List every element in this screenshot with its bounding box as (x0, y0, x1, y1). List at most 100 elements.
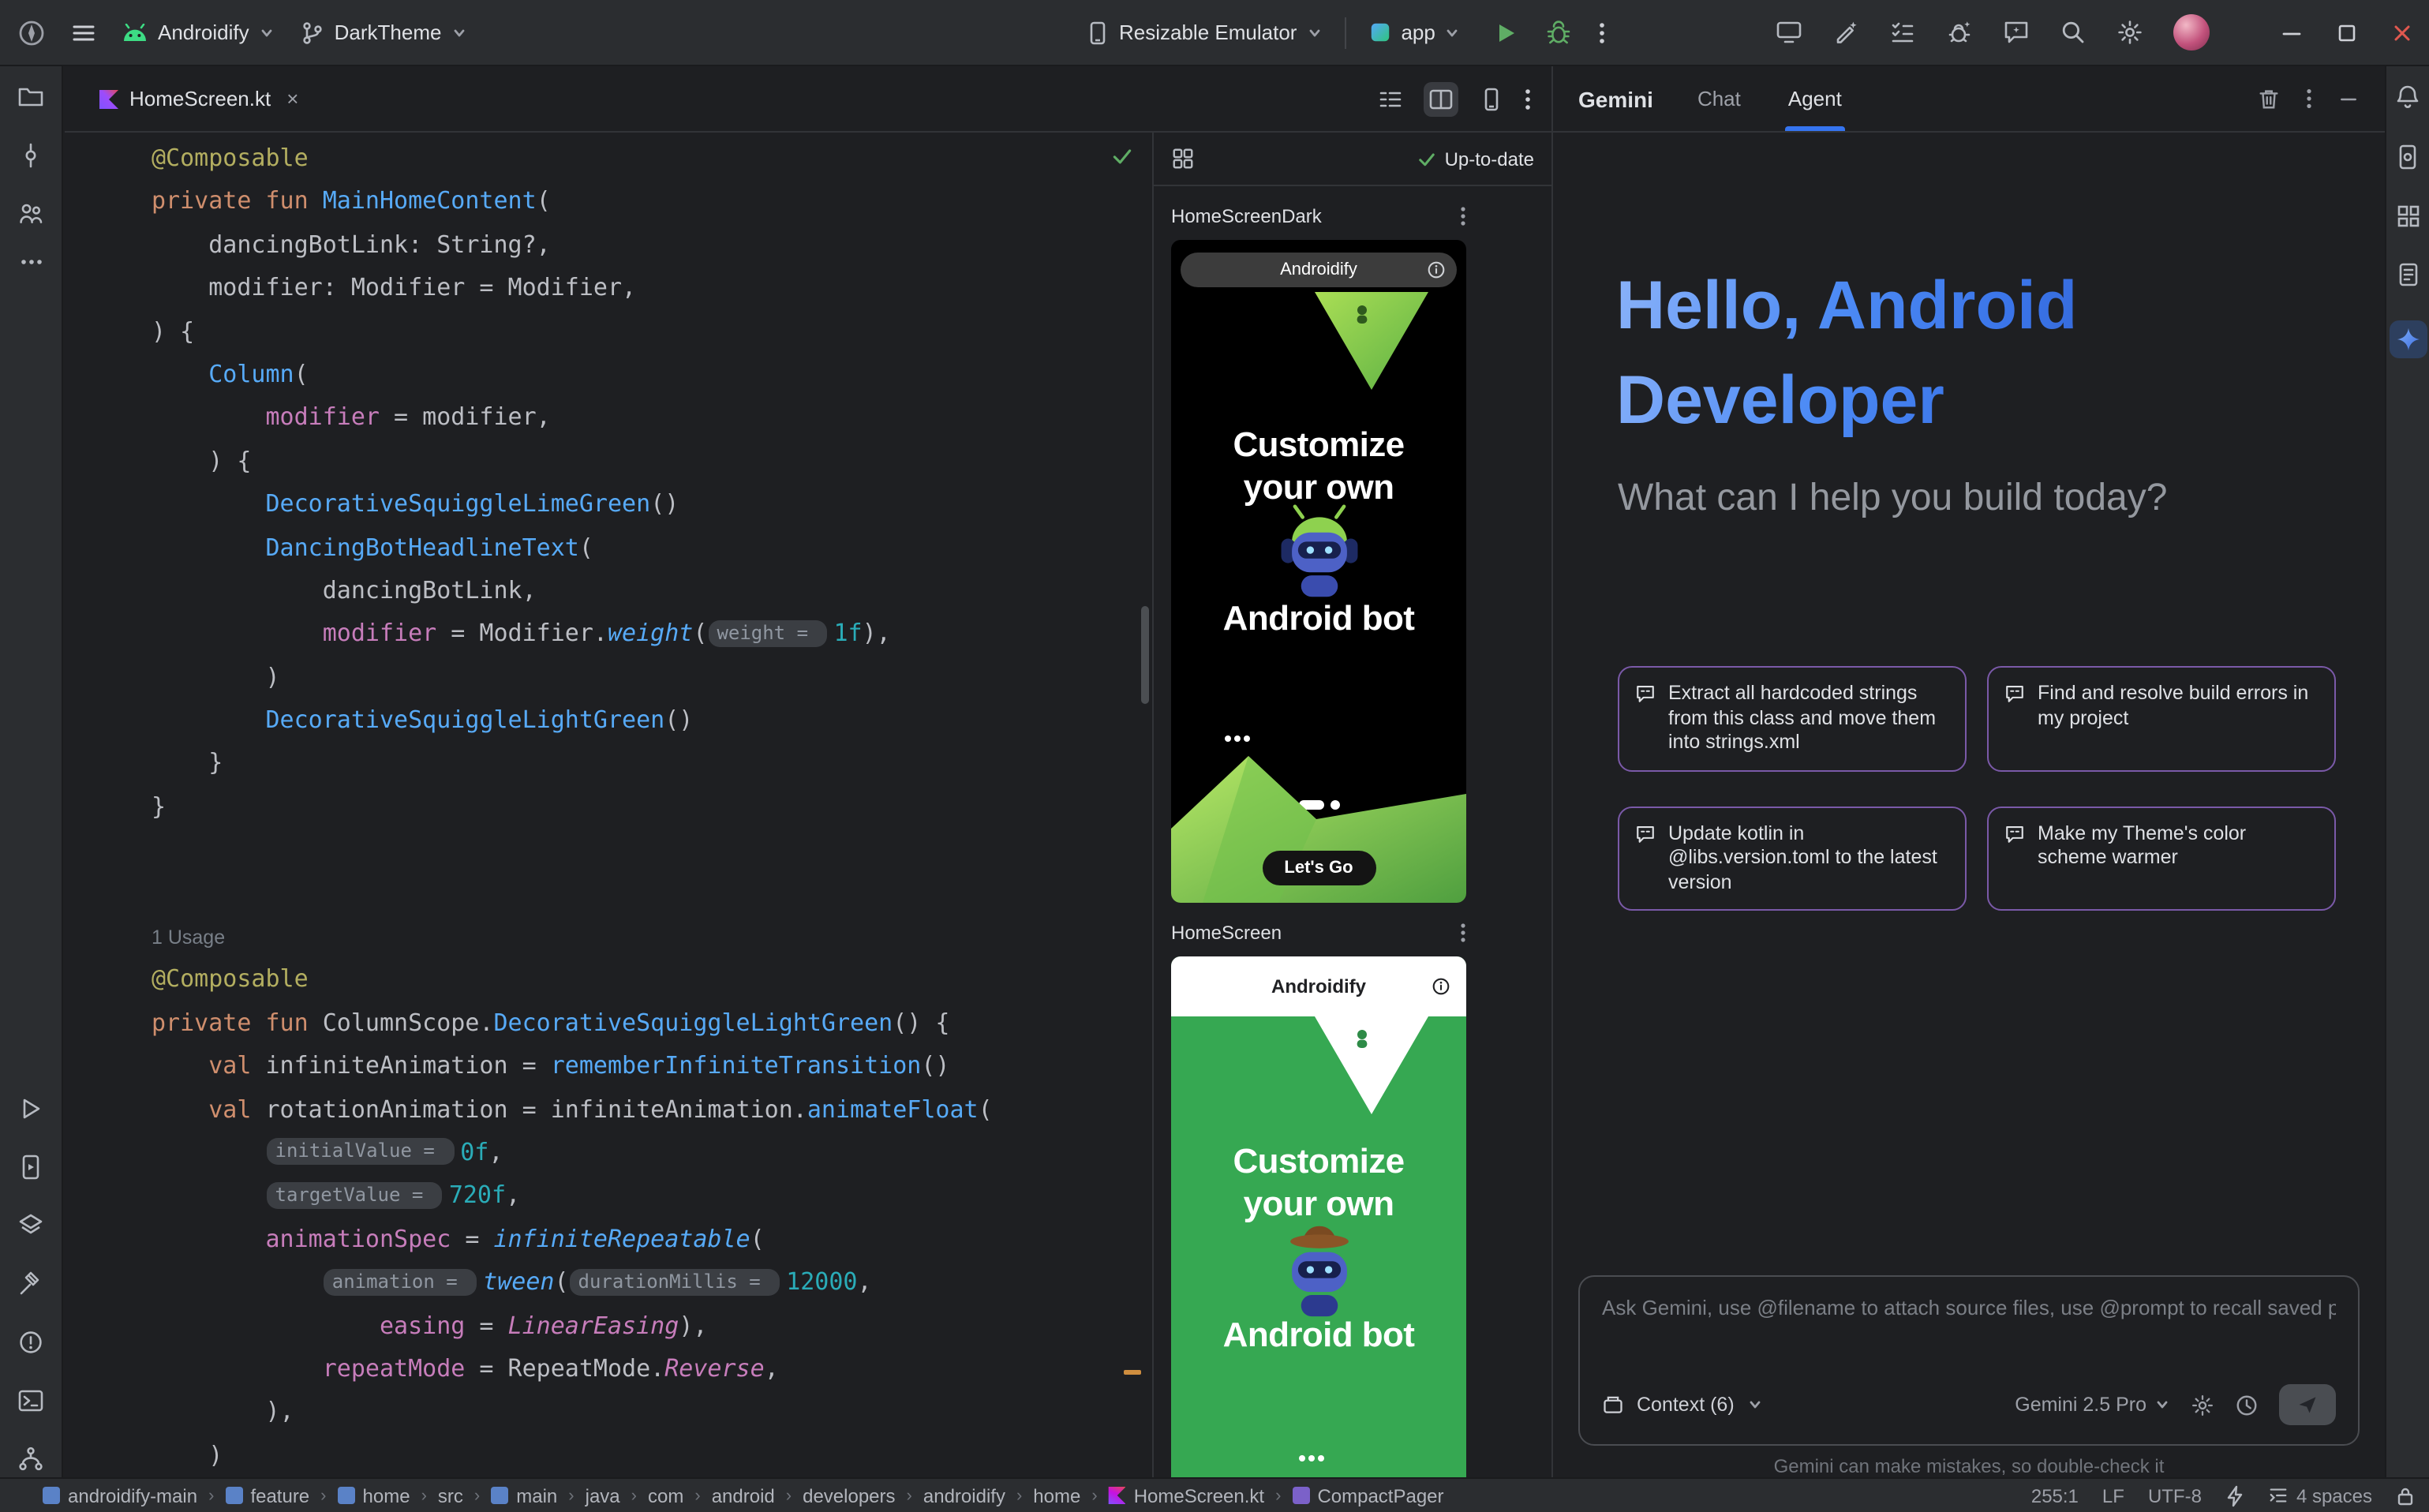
trash-icon[interactable] (2257, 87, 2281, 110)
menu-icon[interactable] (71, 20, 96, 45)
code-line[interactable]: } (152, 743, 1152, 786)
close-icon[interactable] (2390, 20, 2415, 45)
code-line[interactable]: dancingBotLink: String?, (152, 224, 1152, 268)
code-line[interactable]: ) { (152, 310, 1152, 354)
tab-chat[interactable]: Chat (1694, 66, 1744, 131)
code-line[interactable]: ), (152, 1391, 1152, 1435)
more-vertical-icon[interactable] (1525, 86, 1531, 111)
code-line[interactable]: animationSpec = infiniteRepeatable( (152, 1218, 1152, 1262)
gemini-input[interactable] (1602, 1296, 2336, 1319)
breadcrumb-item[interactable]: CompactPager (1292, 1484, 1443, 1506)
debug-button[interactable] (1546, 19, 1573, 46)
more-horizontal-icon[interactable] (18, 259, 43, 265)
breadcrumb-item[interactable]: java (586, 1484, 620, 1506)
line-separator[interactable]: LF (2102, 1484, 2124, 1506)
more-vertical-icon[interactable] (1460, 922, 1466, 944)
context-chip[interactable]: Context (6) (1637, 1394, 1735, 1416)
minimize-icon[interactable] (2279, 20, 2304, 45)
code-line[interactable]: dancingBotLink, (152, 570, 1152, 613)
hide-panel-icon[interactable] (2337, 88, 2360, 110)
device-mirror-icon[interactable] (1776, 19, 1802, 46)
code-line[interactable]: @Composable (152, 137, 1152, 181)
lock-icon[interactable] (2396, 1484, 2415, 1506)
breadcrumb-item[interactable]: HomeScreen.kt (1109, 1484, 1264, 1506)
breadcrumb-item[interactable]: home (338, 1484, 410, 1506)
breadcrumb-item[interactable]: androidify (923, 1484, 1005, 1506)
gemini-settings-icon[interactable] (2191, 1393, 2214, 1417)
code-line[interactable]: DecorativeSquiggleLightGreen() (152, 699, 1152, 743)
task-list-icon[interactable] (1889, 19, 1916, 46)
code-line[interactable]: DancingBotHeadlineText( (152, 526, 1152, 570)
code-line[interactable]: animation = tween(durationMillis = 12000… (152, 1261, 1152, 1304)
notifications-icon[interactable] (2394, 84, 2421, 110)
breadcrumb-item[interactable]: feature (225, 1484, 309, 1506)
search-icon[interactable] (2060, 19, 2087, 46)
code-line[interactable]: @Composable (152, 959, 1152, 1002)
code-line[interactable]: initialValue = 0f, (152, 1132, 1152, 1175)
branch-selector[interactable]: DarkTheme (300, 20, 467, 45)
settings-icon[interactable] (2116, 19, 2143, 46)
device-selector[interactable]: Resizable Emulator (1086, 20, 1322, 45)
tab-agent[interactable]: Agent (1785, 66, 1845, 131)
more-vertical-icon[interactable] (1460, 205, 1466, 227)
preview-phone-dark[interactable]: Androidify Customize your own (1171, 240, 1466, 903)
gemini-input-box[interactable]: Context (6) Gemini 2.5 Pro (1578, 1275, 2360, 1446)
code-line[interactable]: 1 Usage (152, 915, 1152, 959)
breadcrumb-item[interactable]: home (1033, 1484, 1080, 1506)
code-line[interactable]: ) (152, 1434, 1152, 1477)
code-line[interactable]: Column( (152, 354, 1152, 397)
list-icon[interactable] (1378, 86, 1403, 111)
device-manager-icon[interactable] (2394, 144, 2421, 170)
code-line[interactable] (152, 872, 1152, 915)
code-line[interactable]: modifier = modifier, (152, 397, 1152, 440)
model-selector[interactable]: Gemini 2.5 Pro (2015, 1394, 2170, 1416)
grid-view-icon[interactable] (1171, 147, 1195, 170)
user-avatar[interactable] (2173, 14, 2210, 51)
inspection-ok-icon[interactable] (1111, 145, 1133, 167)
run-button[interactable] (1494, 20, 1519, 45)
lets-go-button[interactable]: Let's Go (1262, 851, 1375, 885)
pull-request-icon[interactable] (17, 200, 44, 227)
version-control-icon[interactable] (17, 1446, 44, 1473)
close-tab-icon[interactable]: × (286, 87, 298, 110)
code-line[interactable] (152, 829, 1152, 873)
code-line[interactable]: ) (152, 656, 1152, 699)
terminal-icon[interactable] (17, 1387, 44, 1414)
build-variants-icon[interactable] (17, 1212, 44, 1239)
indent-setting[interactable]: 4 spaces (2268, 1484, 2372, 1506)
breadcrumb-item[interactable]: main (491, 1484, 557, 1506)
code-line[interactable]: val infiniteAnimation = rememberInfinite… (152, 1045, 1152, 1088)
suggestion-card[interactable]: Make my Theme's color scheme warmer (1987, 806, 2336, 911)
device-preview-icon[interactable] (1479, 86, 1504, 111)
more-run-options-icon[interactable] (1600, 20, 1606, 45)
breadcrumb-item[interactable]: androidify-main (43, 1484, 197, 1506)
history-icon[interactable] (2235, 1393, 2259, 1417)
tab-homescreen-kt[interactable]: HomeScreen.kt × (93, 66, 305, 131)
run-tool-icon[interactable] (17, 1095, 44, 1122)
breadcrumb-item[interactable]: com (648, 1484, 683, 1506)
code-line[interactable]: easing = LinearEasing), (152, 1304, 1152, 1348)
editor-scrollbar[interactable] (1141, 606, 1149, 704)
project-folder-icon[interactable] (17, 84, 44, 110)
gemini-tool-button[interactable] (2389, 320, 2427, 358)
code-line[interactable]: modifier: Modifier = Modifier, (152, 267, 1152, 310)
commit-icon[interactable] (17, 142, 44, 169)
lightning-icon[interactable] (2225, 1484, 2244, 1506)
code-line[interactable]: ) { (152, 440, 1152, 483)
run-config-selector[interactable]: app (1368, 21, 1460, 44)
file-encoding[interactable]: UTF-8 (2148, 1484, 2202, 1506)
send-button[interactable] (2279, 1384, 2336, 1425)
suggestion-card[interactable]: Find and resolve build errors in my proj… (1987, 666, 2336, 771)
split-editor-icon[interactable] (1424, 81, 1458, 116)
code-line[interactable]: private fun MainHomeContent( (152, 181, 1152, 224)
layout-inspector-icon[interactable] (2395, 204, 2420, 229)
problems-icon[interactable] (17, 1329, 44, 1356)
suggestion-card[interactable]: Extract all hardcoded strings from this … (1618, 666, 1967, 771)
code-line[interactable]: modifier = Modifier.weight(weight = 1f), (152, 613, 1152, 657)
ai-bug-icon[interactable] (1946, 19, 1973, 46)
more-vertical-icon[interactable] (2306, 87, 2312, 110)
breadcrumb-item[interactable]: developers (803, 1484, 895, 1506)
ai-pen-icon[interactable] (1832, 19, 1859, 46)
suggestion-card[interactable]: Update kotlin in @libs.version.toml to t… (1618, 806, 1967, 911)
code-line[interactable]: private fun ColumnScope.DecorativeSquigg… (152, 1002, 1152, 1046)
